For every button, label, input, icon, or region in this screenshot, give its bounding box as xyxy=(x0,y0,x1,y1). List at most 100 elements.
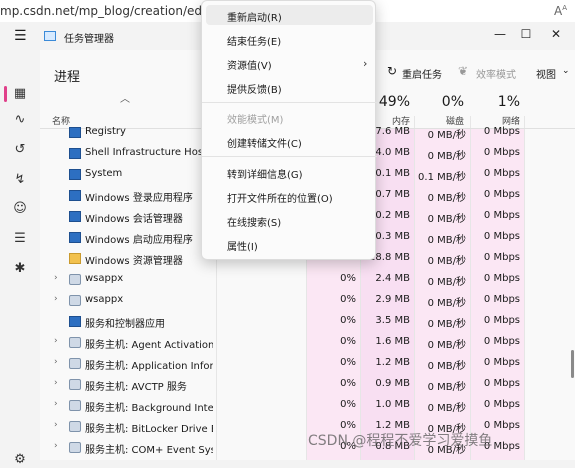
disk-value: 0 MB/秒 xyxy=(427,193,466,204)
startup-apps-icon[interactable]: ↯ xyxy=(12,172,28,188)
processes-icon[interactable]: ▦ xyxy=(12,86,28,102)
services-icon[interactable]: ✱ xyxy=(12,261,28,277)
network-value: 0 Mbps xyxy=(483,273,520,284)
network-usage-percent: 1% xyxy=(497,94,520,110)
menu-item-feedback[interactable]: 提供反馈(B) xyxy=(227,81,282,96)
memory-value: 1.0 MB xyxy=(375,399,410,410)
cpu-value: 0% xyxy=(340,357,356,368)
menu-separator xyxy=(202,156,377,157)
disk-value: 0 MB/秒 xyxy=(427,214,466,225)
watermark-text: CSDN @程程不爱学习爱摸鱼 xyxy=(308,433,493,449)
table-row[interactable]: › wsappx 0% 2.9 MB 0 MB/秒 0 Mbps xyxy=(40,290,575,311)
disk-value: 0 MB/秒 xyxy=(427,319,466,330)
expand-chevron-icon[interactable]: › xyxy=(54,378,58,388)
menu-item-end-task[interactable]: 结束任务(E) xyxy=(227,33,281,48)
network-value: 0 Mbps xyxy=(483,294,520,305)
expand-chevron-icon[interactable]: › xyxy=(54,273,58,283)
service-gear-icon xyxy=(69,337,81,348)
details-icon[interactable]: ☰ xyxy=(12,231,28,247)
app-window-icon xyxy=(69,169,81,180)
expand-chevron-icon[interactable]: › xyxy=(54,420,58,430)
expand-chevron-icon[interactable]: › xyxy=(54,294,58,304)
submenu-chevron-icon: › xyxy=(363,57,368,70)
expand-chevron-icon[interactable]: › xyxy=(54,336,58,346)
disk-value: 0 MB/秒 xyxy=(427,403,466,414)
table-row[interactable]: › 服务主机: Agent Activation ... 0% 1.6 MB 0 MB/… xyxy=(40,332,575,353)
menu-item-resource-values[interactable]: 资源值(V) xyxy=(227,57,272,72)
minimize-button[interactable]: — xyxy=(487,24,513,44)
efficiency-mode-button[interactable]: 效率模式 xyxy=(476,66,516,81)
restart-task-button[interactable]: 重启任务 xyxy=(402,66,442,81)
network-value: 0 Mbps xyxy=(483,357,520,368)
performance-icon[interactable]: ∿ xyxy=(12,112,28,128)
menu-item-go-to-details[interactable]: 转到详细信息(G) xyxy=(227,166,303,181)
menu-item-search-online[interactable]: 在线搜索(S) xyxy=(227,214,281,229)
process-name: 服务主机: Application Infor... xyxy=(85,361,213,372)
app-window-icon xyxy=(69,148,81,159)
cpu-value: 0% xyxy=(340,294,356,305)
process-name: 服务主机: COM+ Event Syste... xyxy=(85,445,213,456)
process-name: Windows 资源管理器 xyxy=(85,256,183,267)
app-window-icon xyxy=(69,232,81,243)
menu-item-create-dump[interactable]: 创建转储文件(C) xyxy=(227,135,302,150)
folder-icon xyxy=(69,253,81,264)
menu-item-properties[interactable]: 属性(I) xyxy=(227,238,258,253)
expand-chevron-icon[interactable]: › xyxy=(54,357,58,367)
memory-value: 2.9 MB xyxy=(375,294,410,305)
settings-icon[interactable]: ⚙ xyxy=(12,452,28,468)
network-value: 0 Mbps xyxy=(483,189,520,200)
menu-item-restart[interactable]: 重新启动(R) xyxy=(227,9,282,24)
cpu-value: 0% xyxy=(340,399,356,410)
memory-value: 3.5 MB xyxy=(375,315,410,326)
cpu-value: 0% xyxy=(340,273,356,284)
menu-item-efficiency-mode: 效能模式(M) xyxy=(227,115,284,126)
app-window-icon xyxy=(69,127,81,138)
process-name: Registry xyxy=(85,126,126,137)
expand-chevron-icon[interactable]: › xyxy=(54,441,58,451)
table-row[interactable]: › wsappx 0% 2.4 MB 0 MB/秒 0 Mbps xyxy=(40,269,575,290)
page-title: 进程 xyxy=(54,70,81,85)
service-gear-icon xyxy=(69,379,81,390)
maximize-button[interactable]: ☐ xyxy=(513,24,539,44)
cpu-value: 0% xyxy=(340,315,356,326)
reader-font-icon[interactable]: AA xyxy=(554,4,567,18)
sort-chevron-up-icon[interactable]: ︿ xyxy=(120,90,130,105)
process-name: wsappx xyxy=(85,294,124,305)
process-name: Windows 会话管理器 xyxy=(85,214,183,225)
process-name: Windows 登录应用程序 xyxy=(85,193,193,204)
network-value: 0 Mbps xyxy=(483,147,520,158)
view-menu-button[interactable]: 视图 xyxy=(536,66,556,81)
reader-font-icon-letter: A xyxy=(553,4,563,18)
table-row[interactable]: › 服务主机: Background Intelli... 0% 1.0 MB 0 MB… xyxy=(40,395,575,416)
table-row[interactable]: › 服务主机: Application Infor... 0% 1.2 MB 0 MB/… xyxy=(40,353,575,374)
app-window-icon xyxy=(69,316,81,327)
expand-chevron-icon[interactable]: › xyxy=(54,399,58,409)
network-value: 0 Mbps xyxy=(483,252,520,263)
memory-value: 2.4 MB xyxy=(375,273,410,284)
memory-value: 0.9 MB xyxy=(375,378,410,389)
memory-value: 1.6 MB xyxy=(375,336,410,347)
service-gear-icon xyxy=(69,442,81,453)
table-row[interactable]: › 服务主机: AVCTP 服务 0% 0.9 MB 0 MB/秒 0 Mbps xyxy=(40,374,575,395)
users-icon[interactable]: ☺ xyxy=(12,201,28,217)
cpu-value: 0% xyxy=(340,378,356,389)
process-name: Windows 启动应用程序 xyxy=(85,235,193,246)
scrollbar-thumb[interactable] xyxy=(571,350,574,378)
close-button[interactable]: ✕ xyxy=(543,24,569,44)
nav-selection-indicator xyxy=(4,86,7,102)
app-window-icon xyxy=(69,211,81,222)
hamburger-icon[interactable]: ☰ xyxy=(14,28,27,44)
window-title: 任务管理器 xyxy=(64,34,114,45)
efficiency-leaf-icon: ❦ xyxy=(458,64,469,78)
menu-item-open-file-location[interactable]: 打开文件所在的位置(O) xyxy=(227,190,333,205)
network-value: 0 Mbps xyxy=(483,378,520,389)
disk-value: 0 MB/秒 xyxy=(427,256,466,267)
table-row[interactable]: 服务和控制器应用 0% 3.5 MB 0 MB/秒 0 Mbps xyxy=(40,311,575,332)
app-history-icon[interactable]: ↺ xyxy=(12,142,28,158)
disk-value: 0 MB/秒 xyxy=(427,151,466,162)
app-window-icon xyxy=(69,190,81,201)
disk-value: 0 MB/秒 xyxy=(427,340,466,351)
process-name: 服务和控制器应用 xyxy=(85,319,165,330)
disk-value: 0 MB/秒 xyxy=(427,382,466,393)
network-value: 0 Mbps xyxy=(483,231,520,242)
